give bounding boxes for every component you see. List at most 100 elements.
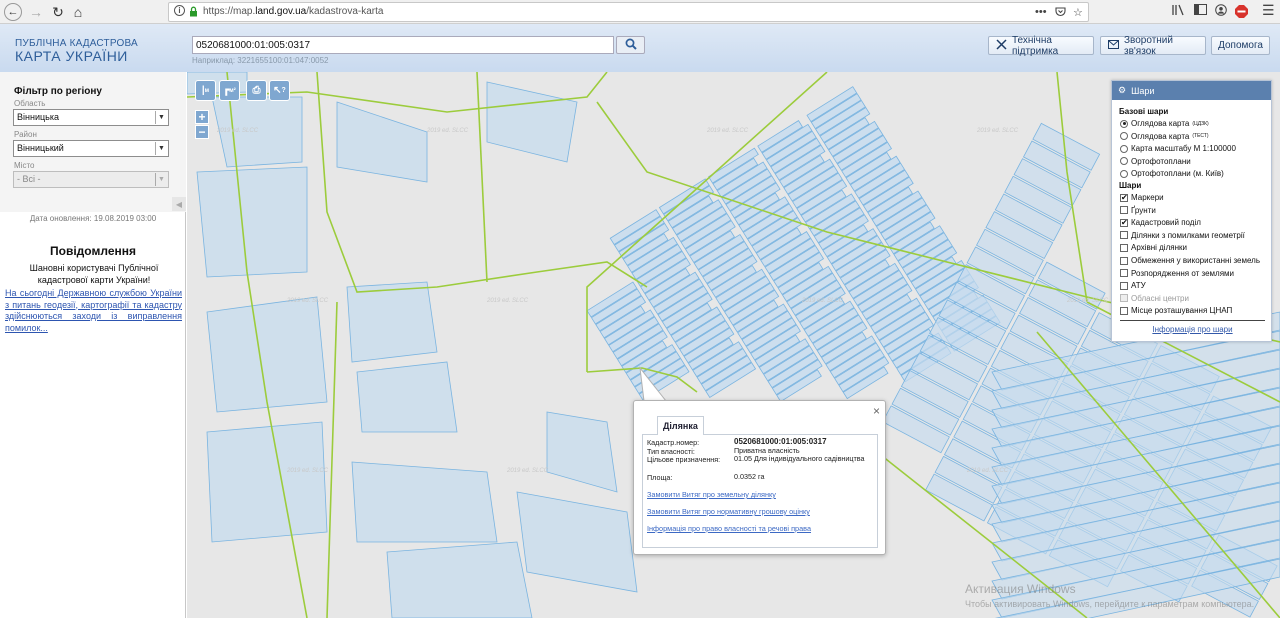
pocket-icon[interactable] <box>1055 6 1066 20</box>
print-icon[interactable]: ⎙ <box>246 80 267 101</box>
account-icon[interactable] <box>1215 4 1227 19</box>
layer-label: АТУ <box>1131 281 1146 291</box>
radio-button[interactable] <box>1120 169 1128 178</box>
url-path: /kadastrova-karta <box>306 6 384 17</box>
checkbox[interactable]: ✔ <box>1120 218 1128 227</box>
collapse-panel-icon[interactable]: ◀ <box>172 197 186 211</box>
help-label: Допомога <box>1218 40 1263 51</box>
url-text: https://map.land.gov.ua/kadastrova-karta <box>203 6 383 17</box>
adblock-icon[interactable] <box>1235 5 1248 21</box>
base-layer-option[interactable]: Ортофотоплани (м. Київ) <box>1120 169 1224 178</box>
land-parcel[interactable] <box>546 411 618 493</box>
checkbox[interactable] <box>1120 306 1128 315</box>
sidebar-icon[interactable] <box>1194 4 1207 18</box>
land-parcel[interactable] <box>356 361 458 433</box>
layers-header[interactable]: ⚙ Шари <box>1112 81 1271 100</box>
land-parcel[interactable] <box>486 81 578 163</box>
identify-tool-icon[interactable]: ↖? <box>269 80 290 101</box>
info-icon[interactable]: i <box>174 5 185 16</box>
layer-option[interactable]: АТУ <box>1120 281 1146 290</box>
map-watermark: 2019 ed. SLCC <box>426 128 469 134</box>
checkbox[interactable] <box>1120 269 1128 278</box>
oblast-select[interactable]: Вінницька ▼ <box>13 109 169 126</box>
layer-label: Місце розташування ЦНАП <box>1131 306 1233 316</box>
forward-icon[interactable]: → <box>26 2 46 22</box>
lock-icon[interactable] <box>189 6 198 20</box>
checkbox[interactable] <box>1120 243 1128 252</box>
page-actions-icon[interactable]: ••• <box>1035 6 1047 18</box>
home-icon[interactable]: ⌂ <box>68 2 88 22</box>
back-icon[interactable]: ← <box>4 3 22 21</box>
close-icon[interactable]: × <box>873 404 880 418</box>
site-header: ПУБЛІЧНА КАДАСТРОВА КАРТА УКРАЇНИ Наприк… <box>0 24 1280 72</box>
address-bar[interactable]: i https://map.land.gov.ua/kadastrova-kar… <box>168 2 1089 22</box>
checkbox[interactable] <box>1120 281 1128 290</box>
logo-line2[interactable]: КАРТА УКРАЇНИ <box>15 48 128 64</box>
layer-option[interactable]: Розпорядження от землями <box>1120 269 1234 278</box>
radio-button[interactable] <box>1120 119 1128 128</box>
tab-parcel[interactable]: Ділянка <box>657 416 704 435</box>
help-button[interactable]: Допомога <box>1211 36 1270 55</box>
city-select[interactable]: - Всі - ▼ <box>13 171 169 188</box>
row-value: 0.0352 га <box>734 472 765 481</box>
land-parcel[interactable] <box>346 281 438 363</box>
checkbox[interactable]: ✔ <box>1120 193 1128 202</box>
land-parcel[interactable] <box>336 101 428 183</box>
radio-button[interactable] <box>1120 144 1128 153</box>
layers-info-link[interactable]: Інформація про шари <box>1112 325 1273 334</box>
base-layer-option[interactable]: Карта масштабу М 1:100000 <box>1120 144 1236 153</box>
city-value: - Всі - <box>17 174 41 184</box>
layer-label: Розпорядження от землями <box>1131 268 1234 278</box>
search-button[interactable] <box>616 36 645 54</box>
order-extract-link[interactable]: Замовити Витяг про земельну ділянку <box>647 490 776 499</box>
feedback-label: Зворотний зв'язок <box>1124 34 1173 57</box>
land-parcel[interactable] <box>386 541 533 618</box>
rayon-select[interactable]: Вінницький ▼ <box>13 140 169 157</box>
base-layer-option[interactable]: Оглядова карта (ТЕСТ) <box>1120 132 1209 141</box>
base-layer-option[interactable]: Оглядова карта (ЦДЗК) <box>1120 119 1209 128</box>
checkbox[interactable] <box>1120 256 1128 265</box>
land-parcel[interactable] <box>206 296 328 413</box>
radio-button[interactable] <box>1120 132 1128 140</box>
reload-icon[interactable]: ↻ <box>48 2 68 22</box>
land-parcel[interactable] <box>206 421 328 543</box>
layer-option[interactable]: Ґрунти <box>1120 206 1156 215</box>
measure-area-tool[interactable]: ┏ м² <box>219 80 240 101</box>
checkbox[interactable] <box>1120 231 1128 240</box>
measure-length-tool[interactable]: | м <box>195 80 216 101</box>
zoom-in-button[interactable]: + <box>195 110 209 124</box>
land-parcel[interactable] <box>196 166 308 278</box>
menu-icon[interactable]: ☰ <box>1262 2 1275 19</box>
notice-link[interactable]: На сьогодні Державною службою України з … <box>5 288 182 334</box>
layer-option[interactable]: Місце розташування ЦНАП <box>1120 306 1232 315</box>
radio-button[interactable] <box>1120 157 1128 165</box>
update-date: Дата оновлення: 19.08.2019 03:00 <box>29 214 157 223</box>
layer-option[interactable]: Ділянки з помилками геометрії <box>1120 231 1245 240</box>
library-icon[interactable] <box>1172 4 1185 19</box>
checkbox[interactable] <box>1120 294 1128 303</box>
gear-icon: ⚙ <box>1118 85 1127 95</box>
layer-option[interactable]: ✔ Кадастровий поділ <box>1120 218 1201 227</box>
layer-option[interactable]: ✔ Маркери <box>1120 193 1164 202</box>
cadastral-search-input[interactable] <box>192 36 614 54</box>
base-layer-option[interactable]: Ортофотоплани <box>1120 157 1191 166</box>
layer-option[interactable]: Архівні ділянки <box>1120 243 1187 252</box>
feedback-button[interactable]: Зворотний зв'язок <box>1100 34 1206 57</box>
order-valuation-link[interactable]: Замовити Витяг про нормативну грошову оц… <box>647 507 810 516</box>
layer-label: Ділянки з помилками геометрії <box>1131 230 1245 240</box>
land-parcel[interactable] <box>351 461 498 543</box>
support-button[interactable]: Технічна підтримка <box>988 34 1094 57</box>
ownership-info-link[interactable]: Інформація про право власності та речові… <box>647 524 811 533</box>
left-panel: Фільтр по регіону Область Вінницька ▼ Ра… <box>0 72 186 618</box>
layer-option[interactable]: Обмеження у використанні земель <box>1120 256 1260 265</box>
row-key: Площа: <box>647 473 673 482</box>
land-parcel[interactable] <box>516 491 638 593</box>
zoom-out-button[interactable]: − <box>195 125 209 139</box>
city-label: Місто <box>14 161 35 170</box>
support-label: Технічна підтримка <box>1012 34 1059 57</box>
info-row-area: Площа: 0.0352 га <box>647 473 874 482</box>
checkbox[interactable] <box>1120 206 1128 215</box>
map-watermark: 2019 ed. SLCC <box>486 298 529 304</box>
layer-option[interactable]: Обласні центри <box>1120 294 1189 303</box>
bookmark-star-icon[interactable]: ☆ <box>1073 6 1083 19</box>
